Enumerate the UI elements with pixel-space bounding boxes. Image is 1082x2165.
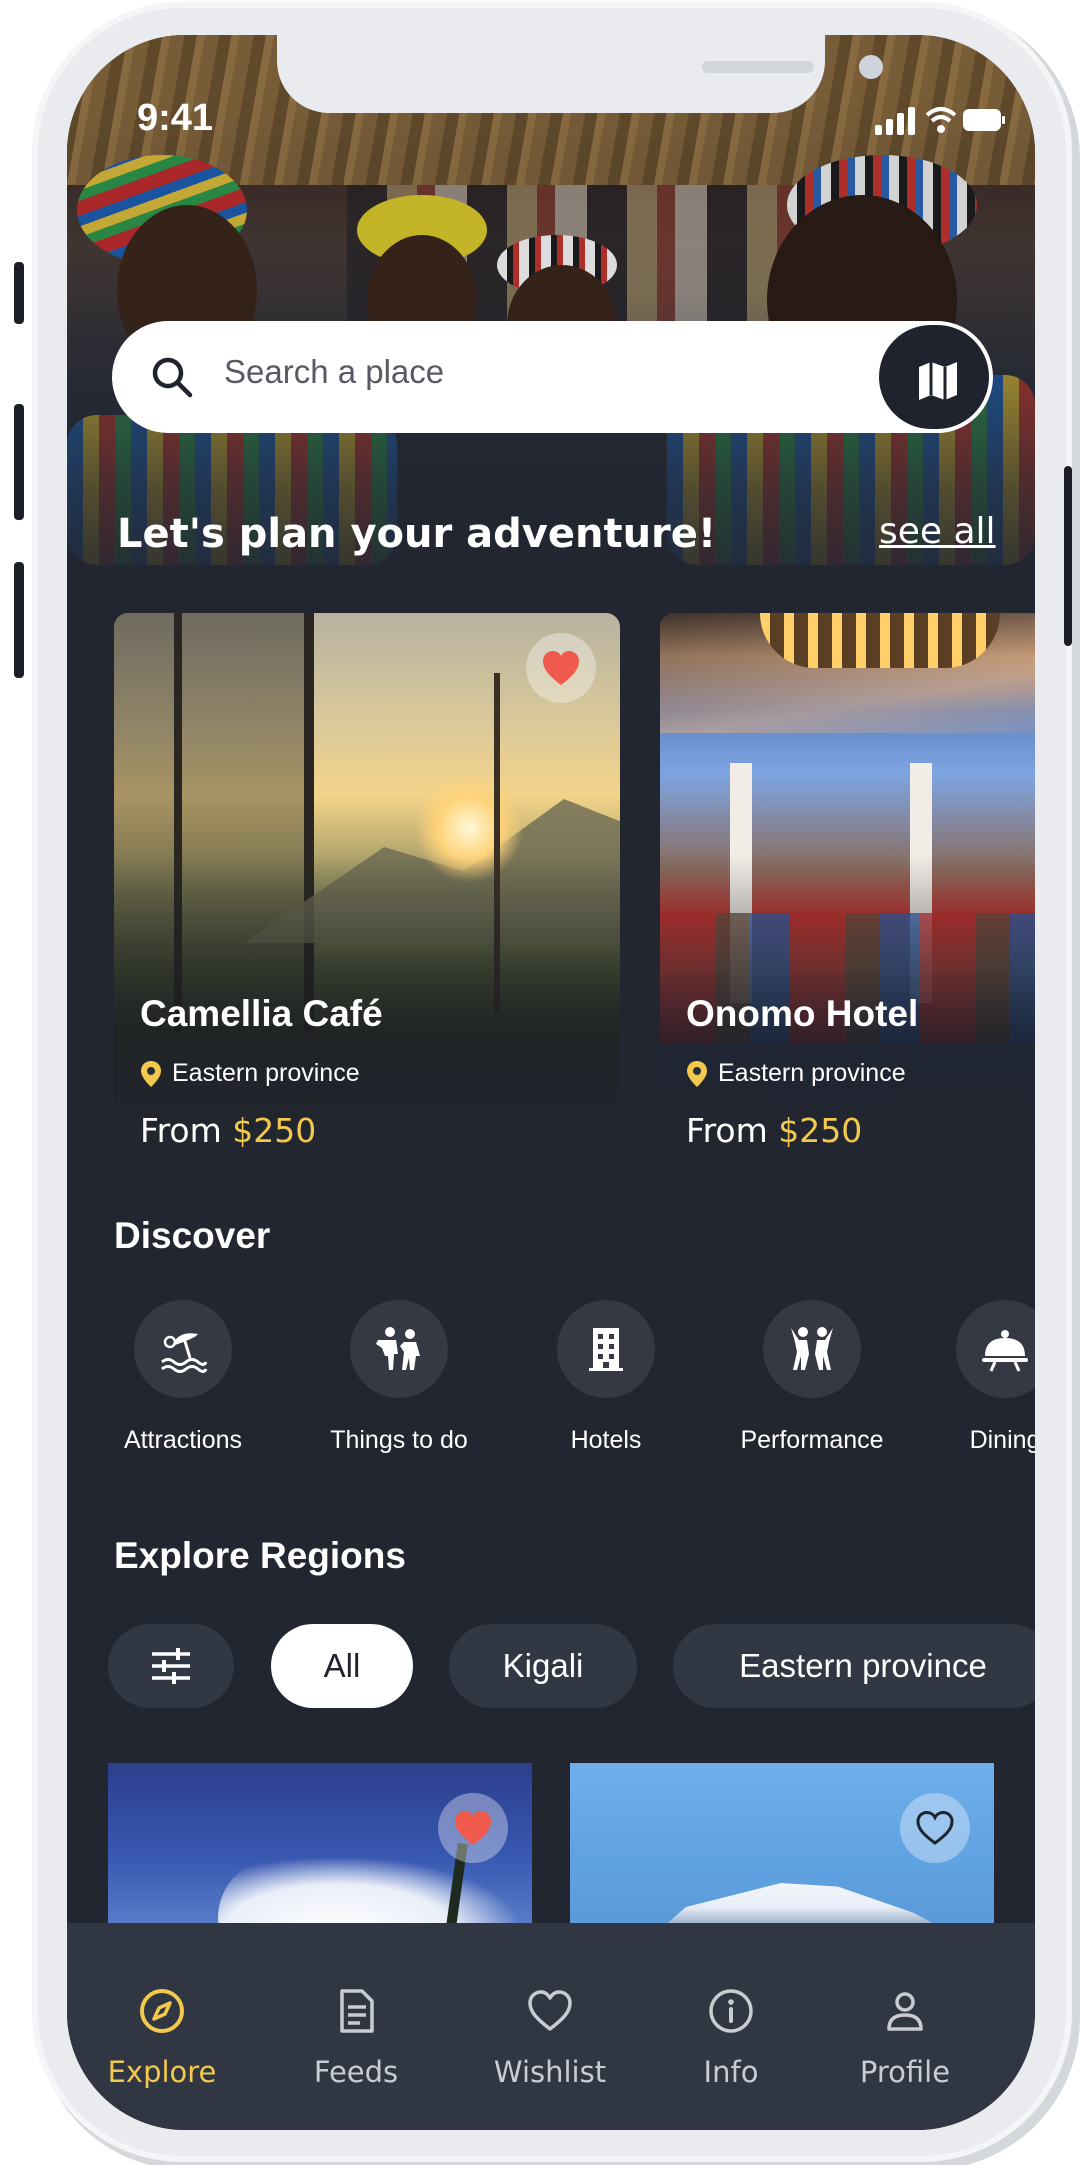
discover-title: Discover: [114, 1215, 271, 1256]
discover-item-label: Dining: [969, 1426, 1035, 1454]
nav-label: Info: [703, 2055, 759, 2089]
nav-label: Profile: [859, 2055, 951, 2089]
sliders-icon: [152, 1648, 190, 1684]
favorite-button[interactable]: [526, 633, 596, 703]
location-pin-icon: [141, 1060, 161, 1087]
discover-item-performance[interactable]: Performance: [712, 1300, 912, 1460]
nav-label: Feeds: [313, 2055, 399, 2089]
status-icons: [875, 103, 1005, 137]
map-button[interactable]: [875, 321, 993, 433]
beach-umbrella-icon: [161, 1333, 208, 1373]
document-icon: [340, 1989, 374, 2033]
map-icon: [919, 362, 957, 400]
price-prefix: From: [140, 1111, 222, 1149]
cloche-icon: [982, 1330, 1028, 1372]
bottom-navigation: Explore Feeds Wishlist Info Profile: [67, 1923, 1035, 2130]
card-price: From $250: [140, 1111, 316, 1149]
discover-item-things-to-do[interactable]: Things to do: [299, 1300, 499, 1460]
place-card[interactable]: Camellia Café Eastern province From $250: [114, 613, 620, 1149]
search-bar[interactable]: Search a place: [112, 321, 992, 433]
heart-outline-icon: [528, 1990, 572, 2031]
nav-wishlist[interactable]: Wishlist: [460, 1987, 640, 2107]
nav-feeds[interactable]: Feeds: [266, 1987, 446, 2107]
plan-section-title: Let's plan your adventure!: [117, 511, 717, 557]
nav-label: Wishlist: [493, 2055, 607, 2089]
favorite-button[interactable]: [900, 1793, 970, 1863]
status-time: 9:41: [137, 97, 214, 139]
see-all-link[interactable]: see all: [879, 511, 996, 552]
person-icon: [887, 1992, 923, 2031]
nav-explore[interactable]: Explore: [72, 1987, 252, 2107]
search-input[interactable]: Search a place: [224, 353, 444, 391]
nav-info[interactable]: Info: [641, 1987, 821, 2107]
chip-kigali[interactable]: Kigali: [449, 1624, 637, 1708]
search-icon: [152, 357, 193, 398]
card-price: From $250: [686, 1111, 862, 1149]
discover-item-label: Performance: [740, 1426, 884, 1454]
side-button: [14, 404, 24, 520]
heart-filled-icon: [455, 1811, 491, 1845]
card-location: Eastern province: [686, 1059, 906, 1088]
dancers-icon: [791, 1327, 833, 1370]
side-button: [14, 262, 24, 324]
nav-label: Explore: [107, 2055, 217, 2089]
building-icon: [589, 1328, 623, 1371]
heart-outline-icon: [916, 1810, 954, 1845]
discover-item-label: Hotels: [570, 1426, 642, 1454]
discover-item-dining[interactable]: Dining: [905, 1300, 1035, 1460]
card-location-text: Eastern province: [718, 1059, 906, 1087]
chip-all[interactable]: All: [271, 1624, 413, 1708]
price-amount: $250: [232, 1111, 317, 1149]
signal-wifi-battery-icon: [875, 107, 1005, 135]
price-amount: $250: [778, 1111, 863, 1149]
discover-item-attractions[interactable]: Attractions: [83, 1300, 283, 1460]
favorite-button[interactable]: [438, 1793, 508, 1863]
card-location: Eastern province: [140, 1059, 360, 1088]
side-button: [1064, 466, 1072, 646]
compass-icon: [140, 1989, 184, 2033]
place-card[interactable]: Onomo Hotel Eastern province From $250: [660, 613, 1035, 1149]
card-location-text: Eastern province: [172, 1059, 360, 1087]
regions-title: Explore Regions: [114, 1535, 406, 1576]
nav-profile[interactable]: Profile: [815, 1987, 995, 2107]
price-prefix: From: [686, 1111, 768, 1149]
filter-button[interactable]: [108, 1624, 234, 1708]
side-button: [14, 562, 24, 678]
app-screen: 9:41 Search a place Let's plan your adve…: [67, 35, 1035, 2130]
info-icon: [709, 1989, 753, 2033]
people-activity-icon: [376, 1327, 420, 1370]
card-title: Camellia Café: [140, 993, 383, 1034]
heart-filled-icon: [543, 651, 579, 685]
discover-item-label: Things to do: [330, 1426, 468, 1454]
location-pin-icon: [687, 1060, 707, 1087]
discover-item-hotels[interactable]: Hotels: [506, 1300, 706, 1460]
card-title: Onomo Hotel: [686, 993, 919, 1034]
notch: [277, 35, 883, 113]
discover-item-label: Attractions: [123, 1426, 243, 1454]
chip-eastern-province[interactable]: Eastern province: [673, 1624, 1035, 1708]
